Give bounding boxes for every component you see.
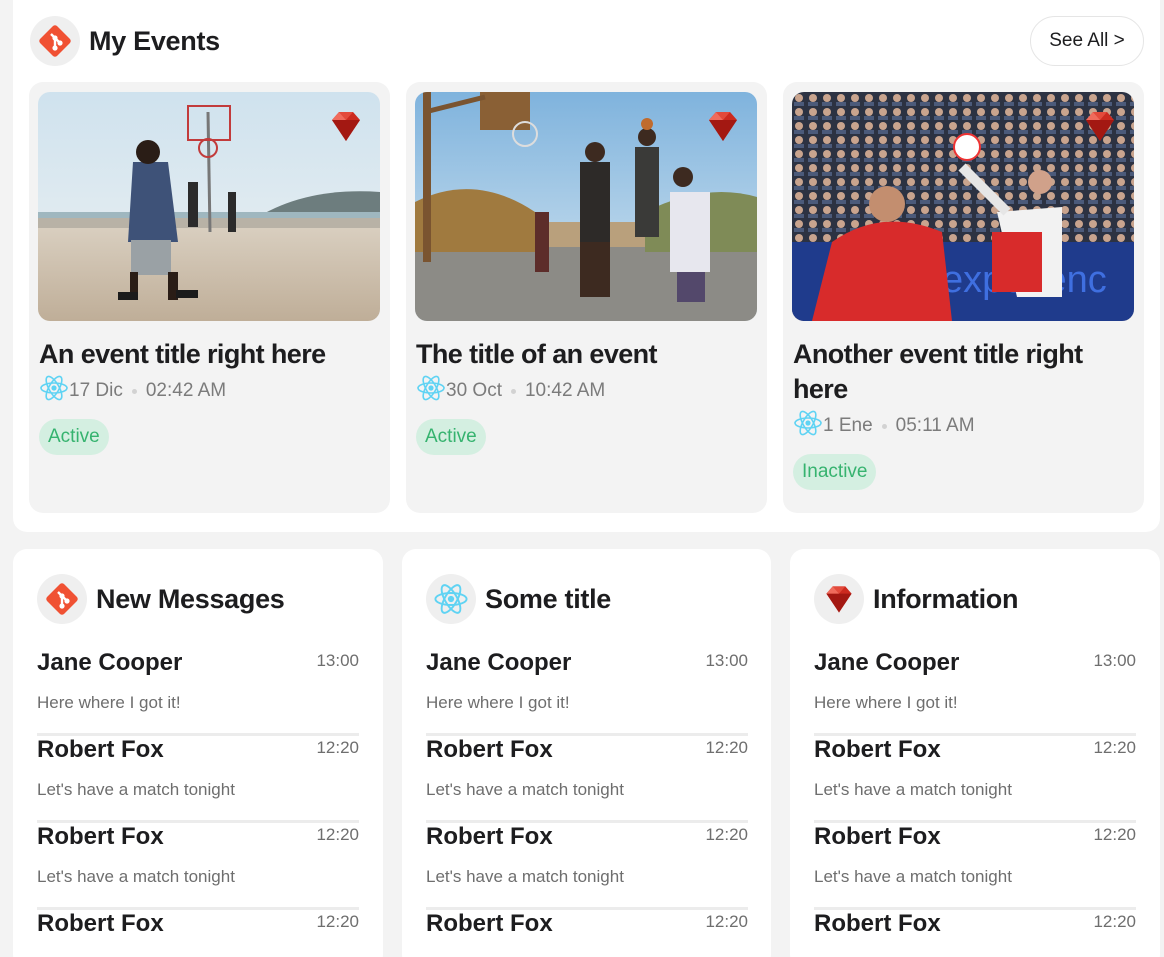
- message-list: Jane Cooper 13:00 Here where I got it! R…: [426, 649, 748, 957]
- sender-name: Jane Cooper: [426, 649, 572, 676]
- list-item[interactable]: Jane Cooper 13:00 Here where I got it!: [814, 649, 1136, 736]
- event-title[interactable]: The title of an event: [416, 337, 746, 372]
- react-icon: [39, 373, 69, 409]
- new-messages-card: New Messages Jane Cooper 13:00 Here wher…: [13, 549, 383, 957]
- sender-name: Robert Fox: [814, 736, 941, 763]
- list-item[interactable]: Robert Fox 12:20: [37, 910, 359, 957]
- list-item[interactable]: Robert Fox 12:20 Let's have a match toni…: [426, 736, 748, 823]
- card-header: New Messages: [37, 574, 285, 624]
- event-body: Another event title right here 1 Ene 05:…: [793, 337, 1123, 490]
- sender-name: Robert Fox: [37, 823, 164, 850]
- event-image-basketball-court: [415, 92, 757, 321]
- message-preview: Let's have a match tonight: [426, 780, 624, 799]
- sender-name: Robert Fox: [814, 910, 941, 937]
- sender-name: Robert Fox: [37, 910, 164, 937]
- status-badge: Inactive: [793, 454, 877, 490]
- event-image-basketball-beach: [38, 92, 380, 321]
- message-time: 12:20: [705, 825, 748, 844]
- list-item[interactable]: Robert Fox 12:20: [426, 910, 748, 957]
- status-badge: Active: [416, 419, 486, 455]
- message-preview: Here where I got it!: [426, 693, 570, 712]
- my-events-header: My Events: [30, 16, 220, 66]
- information-card: Information Jane Cooper 13:00 Here where…: [790, 549, 1160, 957]
- event-date: 30 Oct: [446, 380, 502, 401]
- message-preview: Let's have a match tonight: [814, 780, 1012, 799]
- message-time: 12:20: [316, 825, 359, 844]
- message-time: 13:00: [1093, 651, 1136, 670]
- sender-name: Robert Fox: [426, 823, 553, 850]
- message-preview: Let's have a match tonight: [426, 867, 624, 886]
- message-preview: Let's have a match tonight: [814, 867, 1012, 886]
- list-item[interactable]: Robert Fox 12:20: [814, 910, 1136, 957]
- message-time: 12:20: [1093, 738, 1136, 757]
- react-icon: [426, 574, 476, 624]
- ruby-icon: [814, 574, 864, 624]
- list-item[interactable]: Robert Fox 12:20 Let's have a match toni…: [814, 823, 1136, 910]
- event-meta: 17 Dic 02:42 AM: [39, 375, 369, 407]
- event-time: 10:42 AM: [524, 380, 606, 401]
- separator-dot: [881, 423, 887, 429]
- sender-name: Robert Fox: [426, 736, 553, 763]
- message-time: 13:00: [316, 651, 359, 670]
- list-item[interactable]: Robert Fox 12:20 Let's have a match toni…: [426, 823, 748, 910]
- sender-name: Robert Fox: [426, 910, 553, 937]
- sender-name: Jane Cooper: [814, 649, 960, 676]
- card-header: Information: [814, 574, 1018, 624]
- event-title[interactable]: An event title right here: [39, 337, 369, 372]
- message-time: 12:20: [316, 738, 359, 757]
- separator-dot: [131, 388, 137, 394]
- event-time: 05:11 AM: [895, 415, 975, 436]
- react-icon: [793, 408, 823, 444]
- card-header: Some title: [426, 574, 611, 624]
- sender-name: Jane Cooper: [37, 649, 183, 676]
- card-title: Information: [873, 583, 1019, 614]
- event-time: 02:42 AM: [145, 380, 227, 401]
- git-icon: [37, 574, 87, 624]
- event-card[interactable]: An event title right here 17 Dic 02:42 A…: [29, 82, 390, 513]
- message-time: 12:20: [316, 912, 359, 931]
- list-item[interactable]: Robert Fox 12:20 Let's have a match toni…: [37, 736, 359, 823]
- event-date: 1 Ene: [823, 415, 873, 436]
- react-icon: [416, 373, 446, 409]
- card-title: New Messages: [96, 583, 285, 614]
- message-preview: Let's have a match tonight: [37, 867, 235, 886]
- event-meta: 30 Oct 10:42 AM: [416, 375, 746, 407]
- message-time: 13:00: [705, 651, 748, 670]
- see-all-button[interactable]: See All >: [1030, 16, 1144, 66]
- event-card[interactable]: experienc Another event title right he: [783, 82, 1144, 513]
- ruby-icon: [1080, 106, 1120, 151]
- event-card[interactable]: The title of an event 30 Oct 10:42 AM Ac…: [406, 82, 767, 513]
- ruby-icon: [326, 106, 366, 151]
- message-time: 12:20: [705, 738, 748, 757]
- event-body: An event title right here 17 Dic 02:42 A…: [39, 337, 369, 455]
- my-events-panel: My Events See All > An event title right…: [13, 0, 1160, 532]
- list-item[interactable]: Jane Cooper 13:00 Here where I got it!: [426, 649, 748, 736]
- message-preview: Here where I got it!: [37, 693, 181, 712]
- message-list: Jane Cooper 13:00 Here where I got it! R…: [814, 649, 1136, 957]
- event-title[interactable]: Another event title right here: [793, 337, 1123, 407]
- message-preview: Here where I got it!: [814, 693, 958, 712]
- sender-name: Robert Fox: [37, 736, 164, 763]
- message-preview: Let's have a match tonight: [37, 780, 235, 799]
- message-time: 12:20: [705, 912, 748, 931]
- event-image-soccer-stadium: experienc: [792, 92, 1134, 321]
- message-time: 12:20: [1093, 825, 1136, 844]
- list-item[interactable]: Robert Fox 12:20 Let's have a match toni…: [37, 823, 359, 910]
- my-events-title: My Events: [89, 25, 220, 56]
- list-item[interactable]: Robert Fox 12:20 Let's have a match toni…: [814, 736, 1136, 823]
- sender-name: Robert Fox: [814, 823, 941, 850]
- event-body: The title of an event 30 Oct 10:42 AM Ac…: [416, 337, 746, 455]
- some-title-card: Some title Jane Cooper 13:00 Here where …: [402, 549, 771, 957]
- separator-dot: [510, 388, 516, 394]
- event-meta: 1 Ene 05:11 AM: [793, 410, 1123, 442]
- message-time: 12:20: [1093, 912, 1136, 931]
- status-badge: Active: [39, 419, 109, 455]
- ruby-icon: [703, 106, 743, 151]
- event-date: 17 Dic: [69, 380, 123, 401]
- git-icon: [30, 16, 80, 66]
- message-list: Jane Cooper 13:00 Here where I got it! R…: [37, 649, 359, 957]
- list-item[interactable]: Jane Cooper 13:00 Here where I got it!: [37, 649, 359, 736]
- card-title: Some title: [485, 583, 612, 614]
